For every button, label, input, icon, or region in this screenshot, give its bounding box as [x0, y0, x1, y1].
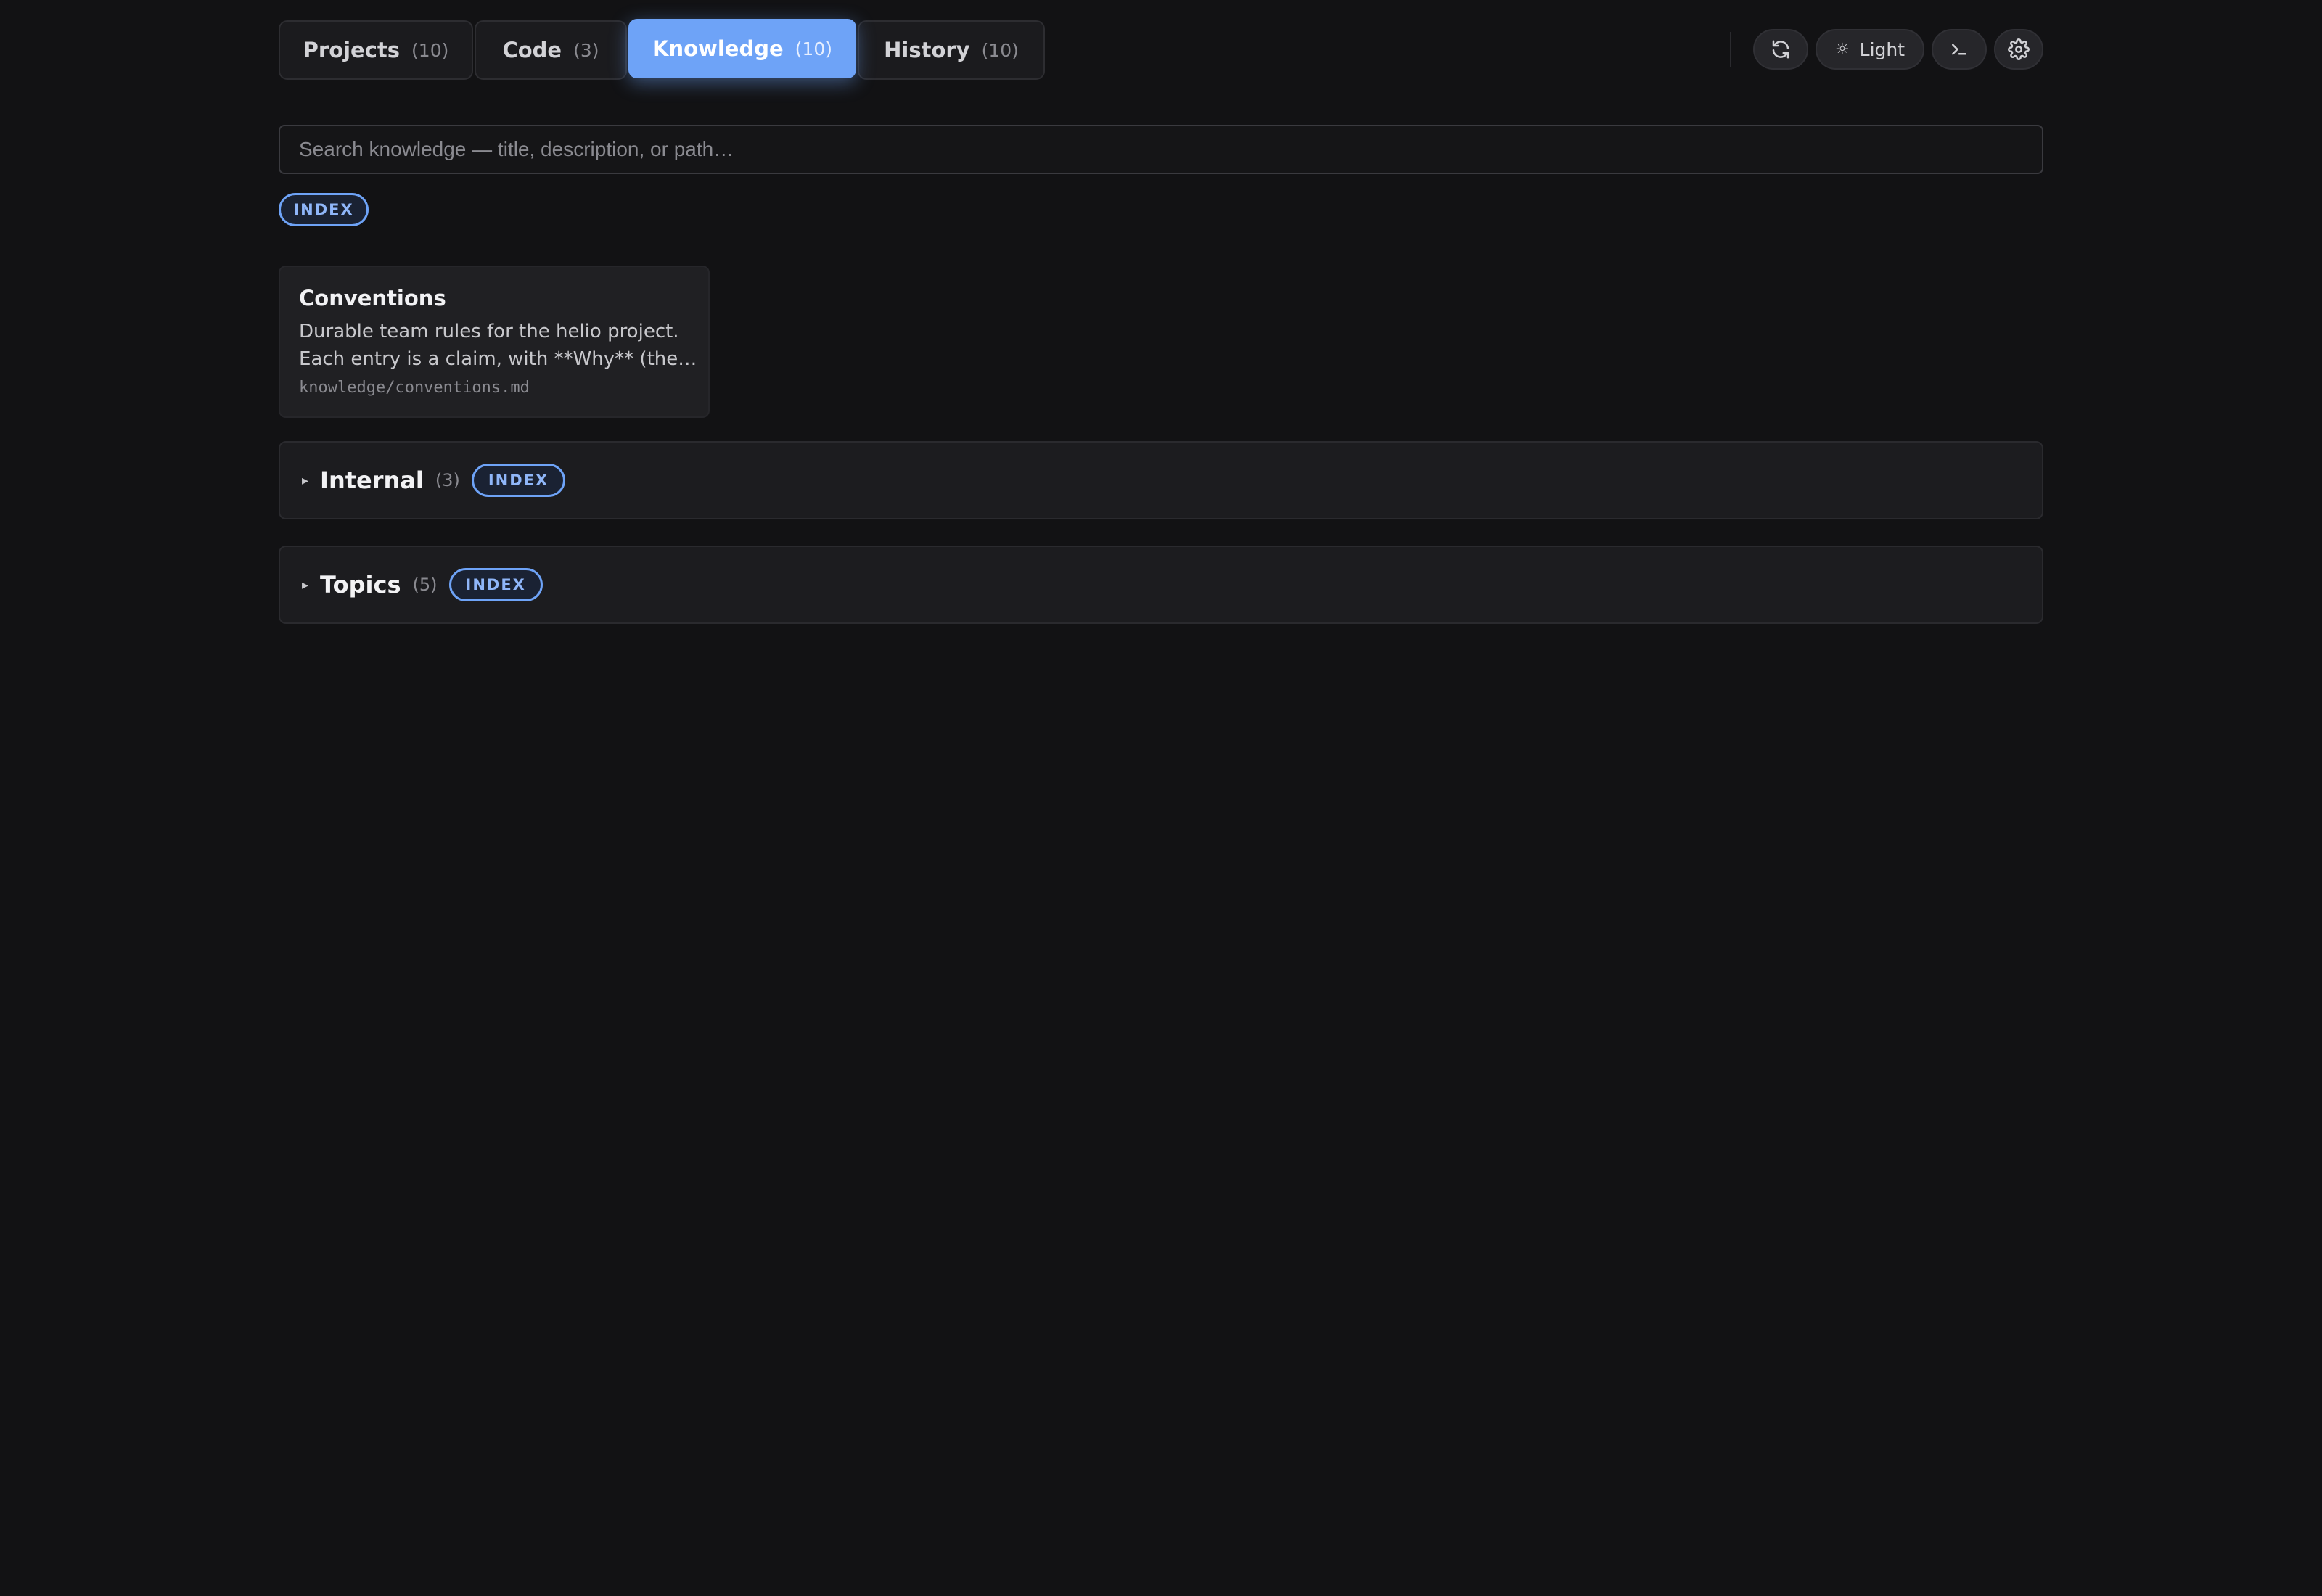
tab-projects-label: Projects [303, 38, 401, 62]
tab-bar: Projects (10) Code (3) Knowledge (10) Hi… [279, 19, 1046, 80]
tab-knowledge-count: (10) [795, 38, 832, 59]
tab-code[interactable]: Code (3) [475, 20, 627, 80]
card-description: Durable team rules for the helio project… [299, 318, 697, 373]
section-title: Topics [320, 571, 401, 598]
tab-code-label: Code [502, 38, 562, 62]
theme-toggle-button[interactable]: ☼ Light [1816, 29, 1924, 70]
refresh-button[interactable] [1753, 29, 1808, 70]
terminal-button[interactable] [1932, 29, 1987, 70]
card-title: Conventions [299, 286, 446, 310]
tab-knowledge[interactable]: Knowledge (10) [628, 19, 856, 78]
header: Projects (10) Code (3) Knowledge (10) Hi… [279, 19, 2043, 80]
settings-button[interactable] [1994, 29, 2043, 70]
section-topics[interactable]: ▸ Topics (5) INDEX [279, 546, 2043, 624]
gear-icon [2008, 38, 2030, 60]
index-filter-badge[interactable]: INDEX [279, 193, 369, 226]
card-description-line-2: Each entry is a claim, with **Why** (the… [299, 348, 697, 370]
theme-toggle-label: Light [1859, 38, 1905, 60]
sun-icon: ☼ [1834, 40, 1850, 59]
tab-knowledge-label: Knowledge [652, 36, 784, 61]
tab-projects[interactable]: Projects (10) [279, 20, 473, 80]
tab-projects-count: (10) [411, 39, 449, 61]
section-count: (3) [435, 470, 460, 490]
knowledge-card-conventions[interactable]: Conventions Durable team rules for the h… [279, 266, 710, 418]
tab-history-count: (10) [981, 39, 1019, 61]
tab-code-count: (3) [573, 39, 599, 61]
card-path: knowledge/conventions.md [299, 379, 530, 397]
section-index-badge[interactable]: INDEX [471, 464, 566, 497]
terminal-icon [1952, 44, 1966, 55]
tab-history-label: History [884, 38, 970, 62]
section-internal[interactable]: ▸ Internal (3) INDEX [279, 441, 2043, 519]
tab-history[interactable]: History (10) [858, 20, 1045, 80]
caret-right-icon: ▸ [302, 472, 309, 488]
toolbar-divider [1730, 32, 1731, 67]
toolbar: ☼ Light [1730, 29, 2043, 70]
section-title: Internal [320, 466, 424, 494]
search-input[interactable] [279, 125, 2043, 174]
caret-right-icon: ▸ [302, 577, 309, 593]
refresh-icon [1772, 40, 1789, 59]
section-index-badge[interactable]: INDEX [448, 568, 543, 601]
section-count: (5) [412, 575, 438, 595]
card-description-line-1: Durable team rules for the helio project… [299, 321, 679, 342]
